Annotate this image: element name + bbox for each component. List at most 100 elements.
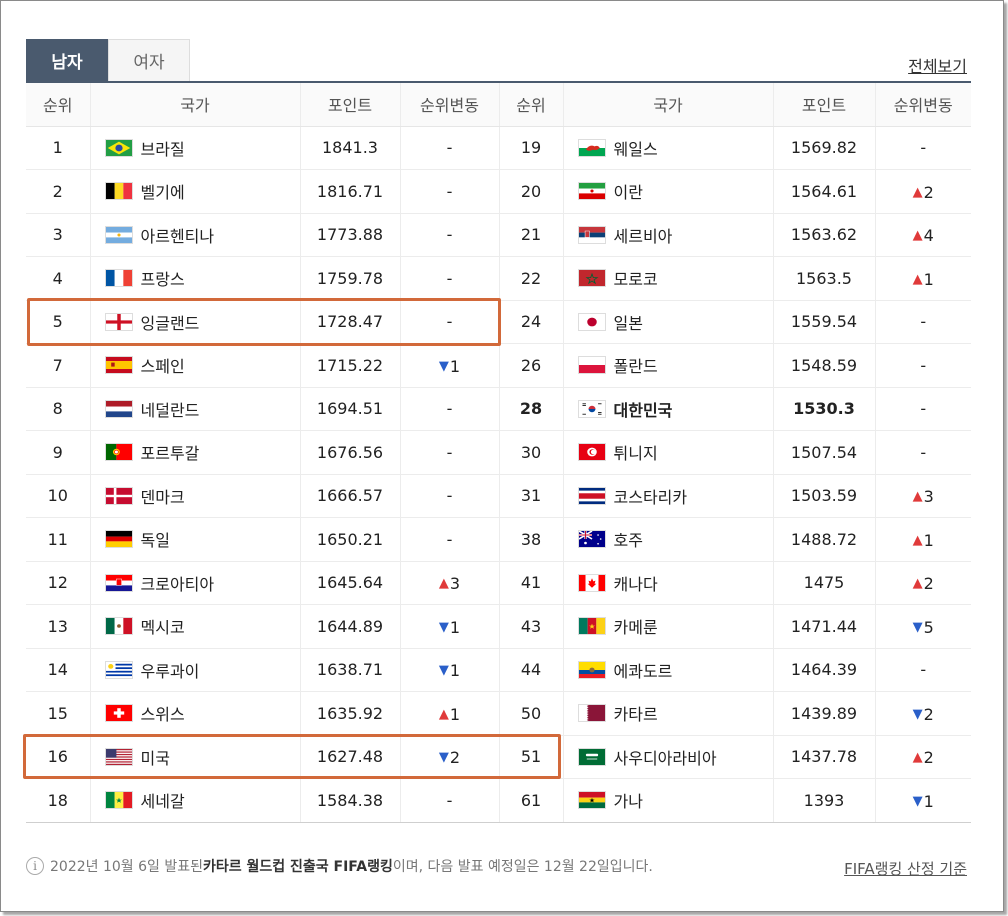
country-name: 우루과이 (140, 661, 200, 681)
points-cell: 1548.59 (772, 343, 875, 388)
points-cell: 1728.47 (299, 300, 400, 344)
change-cell: - (399, 300, 499, 344)
points-cell: 1638.71 (299, 648, 400, 692)
rank-cell: 61 (498, 778, 563, 823)
flag-brazil-icon (104, 138, 133, 157)
footer-prefix: 2022년 10월 6일 발표된 (50, 859, 203, 875)
arrow-up-icon: ▲ (912, 271, 923, 287)
country-name: 웨일스 (613, 139, 658, 159)
rank-cell: 8 (26, 387, 90, 431)
points-cell: 1841.3 (299, 126, 400, 170)
rank-cell: 41 (498, 561, 563, 605)
flag-japan-icon (577, 312, 606, 331)
change-value: 1 (449, 617, 461, 637)
tab-women[interactable]: 여자 (108, 39, 190, 81)
col-change: 순위변동 (399, 83, 499, 127)
flag-argentina-icon (104, 225, 133, 244)
table-row: 1 브라질 1841.3 - 19 웨일스 1569.82 - (26, 126, 971, 170)
country-name: 이란 (613, 183, 643, 203)
points-cell: 1530.3 (772, 387, 875, 431)
country-cell: 가나 (562, 778, 773, 823)
flag-netherlands-icon (104, 399, 133, 418)
country-name: 독일 (140, 531, 170, 551)
flag-australia-icon (577, 530, 606, 549)
info-icon: i (26, 857, 44, 875)
arrow-up-icon: ▲ (912, 576, 923, 592)
tab-men[interactable]: 남자 (26, 39, 108, 81)
change-cell: ▼ 1 (399, 604, 499, 649)
ranking-panel: 남자 여자 전체보기 순위 국가 포인트 순위변동 순위 국가 포인트 순위변동… (0, 0, 1004, 912)
table-row: 15 스위스 1635.92 ▲ 1 50 카타르 1439.89 ▼ 2 (26, 691, 971, 736)
arrow-up-icon: ▲ (912, 489, 923, 505)
change-cell: - (399, 213, 499, 257)
change-value: - (446, 529, 453, 549)
rank-cell: 26 (498, 343, 563, 388)
country-name: 멕시코 (140, 618, 185, 638)
change-cell: - (874, 430, 971, 475)
col-points: 포인트 (299, 83, 400, 127)
country-cell: 대한민국 (562, 387, 773, 431)
flag-korea-icon (577, 399, 606, 418)
view-all-link[interactable]: 전체보기 (908, 53, 967, 77)
change-cell: ▼ 2 (399, 735, 499, 779)
country-cell: 캐나다 (562, 561, 773, 605)
change-value: 5 (923, 617, 934, 637)
rank-cell: 10 (26, 474, 90, 518)
country-cell: 포르투갈 (89, 430, 300, 475)
flag-canada-icon (577, 573, 606, 592)
change-value: - (446, 399, 453, 419)
flag-senegal-icon (104, 791, 133, 810)
country-cell: 덴마크 (89, 474, 300, 518)
table-row: 13 멕시코 1644.89 ▼ 1 43 카메룬 1471.44 ▼ 5 (26, 604, 971, 649)
country-cell: 벨기에 (89, 169, 300, 214)
change-cell: ▼ 1 (874, 778, 971, 823)
ranking-criteria-link[interactable]: FIFA랭킹 산정 기준 (844, 858, 967, 879)
change-value: 3 (449, 574, 461, 594)
country-cell: 호주 (562, 517, 773, 562)
country-name: 미국 (140, 748, 170, 768)
col-points-2: 포인트 (772, 83, 875, 127)
change-cell: ▲ 1 (874, 517, 971, 562)
points-cell: 1694.51 (299, 387, 400, 431)
col-country-2: 국가 (562, 83, 773, 127)
flag-cameroon-icon (577, 617, 606, 636)
country-name: 프랑스 (140, 270, 185, 290)
arrow-down-icon: ▼ (912, 619, 923, 635)
country-name: 스위스 (140, 705, 185, 725)
table-row: 14 우루과이 1638.71 ▼ 1 44 에콰도르 1464.39- (26, 648, 971, 692)
change-cell: ▲ 1 (874, 256, 971, 301)
country-name: 스페인 (140, 357, 185, 377)
flag-wales-icon (577, 138, 606, 157)
country-cell: 스위스 (89, 691, 300, 736)
footer-bold: 카타르 월드컵 진출국 FIFA랭킹 (202, 859, 393, 875)
change-cell: - (399, 430, 499, 475)
flag-england-icon (104, 312, 133, 331)
table-row: 3 아르헨티나 1773.88-21 세르비아 1563.62 ▲ 4 (26, 213, 971, 257)
flag-uruguay-icon (104, 660, 133, 679)
change-value: - (446, 138, 453, 158)
flag-saudi-icon (577, 747, 606, 766)
rank-cell: 31 (498, 474, 563, 518)
country-cell: 잉글랜드 (89, 300, 300, 344)
arrow-down-icon: ▼ (912, 793, 923, 809)
table-row: 9 포르투갈 1676.56 - 30 튀니지 1507.54 - (26, 430, 971, 475)
country-cell: 카타르 (562, 691, 773, 736)
rank-cell: 18 (26, 778, 90, 823)
country-cell: 카메룬 (562, 604, 773, 649)
change-value: - (920, 660, 927, 680)
flag-switzerland-icon (104, 704, 133, 723)
country-name: 세르비아 (613, 226, 673, 246)
country-name: 잉글랜드 (140, 313, 200, 333)
change-cell: ▲ 1 (399, 691, 499, 736)
points-cell: 1627.48 (299, 735, 400, 779)
flag-denmark-icon (104, 486, 133, 505)
change-value: 1 (449, 356, 461, 376)
country-name: 폴란드 (613, 357, 658, 377)
country-cell: 멕시코 (89, 604, 300, 649)
country-cell: 스페인 (89, 343, 300, 388)
points-cell: 1715.22 (299, 343, 400, 388)
change-cell: - (399, 387, 499, 431)
points-cell: 1475 (772, 561, 875, 605)
change-cell: ▼ 1 (399, 648, 499, 692)
rank-cell: 38 (498, 517, 563, 562)
